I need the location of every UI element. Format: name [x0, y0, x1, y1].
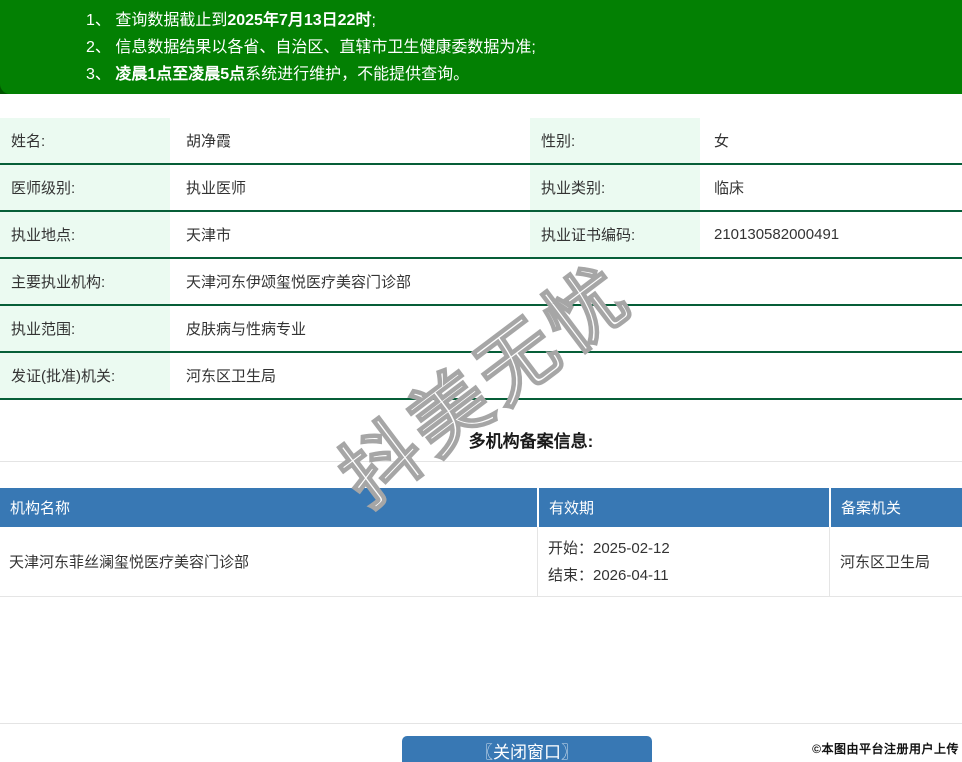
- notice-line-1: 1、 查询数据截止到2025年7月13日22时;: [86, 12, 376, 29]
- info-row-scope: 执业范围: 皮肤病与性病专业: [0, 306, 962, 353]
- multi-org-section-title: 多机构备案信息:: [468, 432, 594, 451]
- divider: [0, 723, 962, 724]
- doctor-level-value: 执业医师: [186, 180, 247, 197]
- issuing-authority-value: 河东区卫生局: [186, 368, 277, 385]
- practitioner-info-table: 姓名: 胡净霞 性别: 女 医师级别: 执业医师 执业类别: 临床 执业地点: …: [0, 118, 962, 400]
- registration-table-header: 机构名称 有效期 备案机关: [0, 488, 962, 527]
- info-row-issuing-authority: 发证(批准)机关: 河东区卫生局: [0, 353, 962, 400]
- practice-scope-label: 执业范围:: [0, 306, 170, 351]
- main-org-label: 主要执业机构:: [0, 259, 170, 304]
- reg-org-name: 天津河东菲丝澜玺悦医疗美容门诊部: [9, 554, 250, 571]
- close-window-button[interactable]: 〖关闭窗口〗: [402, 736, 652, 762]
- practice-category-label: 执业类别:: [530, 165, 700, 210]
- main-org-value: 天津河东伊颂玺悦医疗美容门诊部: [186, 274, 412, 291]
- validity-end: 结束：2026-04-11: [548, 566, 669, 584]
- divider: [0, 461, 962, 462]
- certificate-no-value: 210130582000491: [714, 226, 840, 243]
- info-row-location-certno: 执业地点: 天津市 执业证书编码: 210130582000491: [0, 212, 962, 259]
- gender-label: 性别:: [530, 118, 700, 163]
- registration-table: 机构名称 有效期 备案机关 天津河东菲丝澜玺悦医疗美容门诊部 开始：2025-0…: [0, 488, 962, 597]
- reg-validity: 开始：2025-02-12 结束：2026-04-11: [537, 527, 829, 596]
- certificate-no-label: 执业证书编码:: [530, 212, 700, 257]
- license-query-result-page: 1、 查询数据截止到2025年7月13日22时; 2、 信息数据结果以各省、自治…: [0, 0, 962, 762]
- notice-line-2: 2、 信息数据结果以各省、自治区、直辖市卫生健康委数据为准;: [86, 39, 536, 56]
- validity-start: 开始：2025-02-12: [548, 539, 670, 557]
- practice-location-value: 天津市: [186, 227, 232, 244]
- registration-table-row: 天津河东菲丝澜玺悦医疗美容门诊部 开始：2025-02-12 结束：2026-0…: [0, 527, 962, 597]
- header-validity: 有效期: [537, 488, 829, 527]
- info-row-name-gender: 姓名: 胡净霞 性别: 女: [0, 118, 962, 165]
- notice-line-3: 3、 凌晨1点至凌晨5点系统进行维护，不能提供查询。: [86, 66, 470, 83]
- name-label: 姓名:: [0, 118, 170, 163]
- practice-scope-value: 皮肤病与性病专业: [186, 321, 307, 338]
- gender-value: 女: [714, 133, 730, 150]
- name-value: 胡净霞: [186, 133, 232, 150]
- issuing-authority-label: 发证(批准)机关:: [0, 353, 170, 398]
- info-row-level-category: 医师级别: 执业医师 执业类别: 临床: [0, 165, 962, 212]
- doctor-level-label: 医师级别:: [0, 165, 170, 210]
- header-authority: 备案机关: [829, 488, 962, 527]
- info-row-main-org: 主要执业机构: 天津河东伊颂玺悦医疗美容门诊部: [0, 259, 962, 306]
- reg-authority: 河东区卫生局: [829, 527, 962, 596]
- header-org-name: 机构名称: [10, 500, 71, 517]
- practice-category-value: 临床: [714, 180, 745, 197]
- practice-location-label: 执业地点:: [0, 212, 170, 257]
- notice-banner: 1、 查询数据截止到2025年7月13日22时; 2、 信息数据结果以各省、自治…: [0, 0, 962, 94]
- footer-upload-note: ©本图由平台注册用户上传: [812, 742, 959, 756]
